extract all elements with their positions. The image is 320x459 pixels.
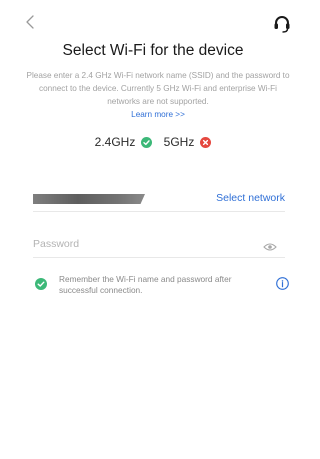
headset-icon[interactable] xyxy=(272,14,292,34)
band-2-4ghz: 2.4GHz xyxy=(95,135,153,149)
remember-credentials-row: Remember the Wi-Fi name and password aft… xyxy=(33,272,291,302)
band-label: 5GHz xyxy=(163,135,195,149)
select-network-button[interactable]: Select network xyxy=(216,192,285,204)
check-circle-icon xyxy=(141,136,153,148)
password-field-row xyxy=(33,233,285,258)
cross-circle-icon xyxy=(200,136,212,148)
ssid-field[interactable]: Select network xyxy=(33,187,285,212)
eye-icon[interactable] xyxy=(263,239,277,251)
instructions-body: Please enter a 2.4 GHz Wi-Fi network nam… xyxy=(26,71,290,106)
wifi-setup-screen: Select Wi-Fi for the device Please enter… xyxy=(0,0,306,459)
instructions-text: Please enter a 2.4 GHz Wi-Fi network nam… xyxy=(26,69,290,121)
learn-more-link[interactable]: Learn more >> xyxy=(131,110,185,119)
remember-label: Remember the Wi-Fi name and password aft… xyxy=(59,274,232,295)
band-label: 2.4GHz xyxy=(94,135,136,149)
info-icon[interactable] xyxy=(276,277,289,290)
remember-checkbox[interactable] xyxy=(35,277,47,290)
ssid-value-redacted xyxy=(33,194,145,204)
chevron-left-icon[interactable] xyxy=(24,12,38,32)
password-input[interactable] xyxy=(33,235,233,253)
band-support-row: 2.4GHz 5GHz xyxy=(0,135,306,149)
page-title: Select Wi-Fi for the device xyxy=(62,42,244,59)
top-bar xyxy=(0,12,306,34)
band-5ghz: 5GHz xyxy=(164,135,212,149)
